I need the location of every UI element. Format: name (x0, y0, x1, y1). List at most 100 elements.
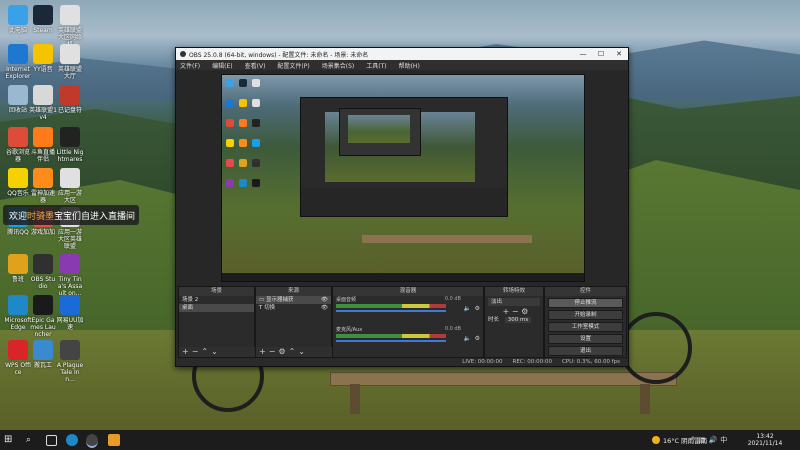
settings-button[interactable]: 设置 (548, 334, 623, 344)
desktop-icon[interactable]: OBS Studio (29, 254, 57, 290)
add-icon[interactable]: + (259, 347, 269, 356)
volume-slider[interactable] (336, 310, 446, 312)
obs-title: OBS 25.0.8 (64-bit, windows) - 配置文件: 未命名… (189, 51, 369, 59)
scene-item[interactable]: 场景 2 (179, 296, 254, 304)
menu-view[interactable]: 查看(V) (245, 61, 266, 70)
desktop-icon[interactable]: 谷歌浏览器 (4, 127, 32, 163)
remove-icon[interactable]: − (192, 347, 202, 356)
desktop-icon[interactable]: QQ音乐 (4, 168, 32, 197)
down-icon[interactable]: ⌄ (298, 347, 308, 356)
obs-taskbar-icon[interactable] (86, 434, 98, 448)
desktop-icon[interactable]: 斗鱼直播伴侣 (29, 127, 57, 163)
menu-edit[interactable]: 编辑(E) (212, 61, 232, 70)
desktop-icon-label: QQ音乐 (7, 190, 29, 197)
desktop-icon[interactable]: 回收站 (4, 85, 32, 114)
source-item[interactable]: T 切换 👁 (256, 304, 331, 312)
system-tray[interactable]: ^▤🔊中 (690, 435, 730, 445)
app-icon (60, 5, 80, 25)
preview-desktop-icon (252, 159, 260, 167)
desktop-icon[interactable]: A Plague Tale Inn... (56, 340, 84, 383)
start-recording-button[interactable]: 开始录制 (548, 310, 623, 320)
status-cpu: CPU: 0.3%, 60.00 fps (561, 358, 620, 365)
exit-button[interactable]: 退出 (548, 346, 623, 356)
desktop-icon[interactable]: 网易UU加速 (56, 295, 84, 331)
desktop-icon[interactable]: 搬瓦工 (29, 340, 57, 369)
scenes-toolbar[interactable]: +−⌃⌄ (179, 347, 257, 357)
search-icon[interactable]: ⌕ (26, 434, 38, 446)
eye-icon[interactable]: 👁 (321, 296, 328, 304)
desktop-icon[interactable]: Microsoft Edge (4, 295, 32, 331)
preview-desktop-icon (226, 119, 234, 127)
app-icon (33, 44, 53, 64)
gear-icon[interactable]: ⚙ (475, 335, 480, 342)
up-icon[interactable]: ⌃ (201, 347, 211, 356)
app-icon (8, 85, 28, 105)
speaker-icon[interactable]: 🔈 (464, 335, 471, 342)
desktop-icon-label: Tiny Tina's Assault on... (57, 276, 83, 297)
windows-start-icon[interactable]: ⊞ (4, 434, 16, 446)
sun-icon (652, 436, 660, 444)
stop-streaming-button[interactable]: 停止推流 (548, 298, 623, 308)
task-view-icon[interactable] (46, 435, 57, 446)
close-icon[interactable]: ✕ (610, 50, 628, 58)
desktop-icon[interactable]: YY语音 (29, 44, 57, 73)
menu-scene-collection[interactable]: 场景集合(S) (322, 61, 355, 70)
duration-input[interactable]: 300 ms (504, 317, 532, 323)
desktop-icon[interactable]: 此电脑 (4, 5, 32, 34)
desktop-icon[interactable]: 英雄联盟大区网络机 (56, 5, 84, 48)
volume-meter (336, 304, 446, 308)
network-icon[interactable]: ▤ (699, 436, 709, 444)
desktop-icon[interactable]: 鲁班 (4, 254, 32, 283)
desktop-icon-label: 雷神加速器 (30, 190, 55, 204)
menu-profile[interactable]: 配置文件(P) (277, 61, 309, 70)
transition-buttons[interactable]: + − ⚙ (485, 308, 543, 316)
minimize-icon[interactable]: — (574, 50, 592, 58)
desktop-icon[interactable]: Steam (29, 5, 57, 34)
add-icon[interactable]: + (182, 347, 192, 356)
system-clock[interactable]: 13:42 2021/11/14 (740, 433, 790, 447)
gear-icon[interactable]: ⚙ (475, 305, 480, 312)
clock-time: 13:42 (756, 433, 774, 440)
source-item[interactable]: ▭ 显示器捕获 👁 (256, 296, 331, 304)
desktop-icon[interactable]: 应用一游大区 (56, 168, 84, 204)
desktop-icon-label: Epic Games Launcher (30, 317, 56, 338)
desktop-icon[interactable]: WPS Office (4, 340, 32, 376)
chevron-up-icon[interactable]: ^ (690, 436, 699, 444)
sources-toolbar[interactable]: +−⚙⌃⌄ (256, 347, 334, 357)
studio-mode-button[interactable]: 工作室模式 (548, 322, 623, 332)
transition-select[interactable]: 淡出 (488, 298, 540, 306)
preview-desktop-icon (226, 79, 234, 87)
wooden-bench (330, 372, 677, 386)
app-taskbar-icon[interactable] (108, 434, 120, 446)
speaker-icon[interactable]: 🔈 (464, 305, 471, 312)
preview-desktop-icon (239, 159, 247, 167)
desktop-icon[interactable]: 雷神加速器 (29, 168, 57, 204)
app-icon (8, 295, 28, 315)
remove-icon[interactable]: − (269, 347, 279, 356)
eye-icon[interactable]: 👁 (321, 304, 328, 312)
menu-help[interactable]: 帮助(H) (399, 61, 420, 70)
ime-icon[interactable]: 中 (720, 436, 730, 444)
desktop-icon[interactable]: Tiny Tina's Assault on... (56, 254, 84, 297)
desktop-icon[interactable]: 已记盘符 (56, 85, 84, 114)
down-icon[interactable]: ⌄ (211, 347, 221, 356)
obs-preview-canvas[interactable] (221, 74, 585, 282)
volume-icon[interactable]: 🔊 (709, 436, 721, 444)
volume-slider[interactable] (336, 340, 446, 342)
desktop-icon[interactable]: Little Nightmares (56, 127, 84, 163)
desktop-icon[interactable]: 英雄联盟大厅 (56, 44, 84, 80)
desktop-icon[interactable]: Internet Explorer (4, 44, 32, 80)
edge-taskbar-icon[interactable] (66, 434, 78, 446)
menu-tools[interactable]: 工具(T) (366, 61, 386, 70)
preview-desktop-icon (252, 119, 260, 127)
app-icon (60, 168, 80, 188)
obs-titlebar[interactable]: OBS 25.0.8 (64-bit, windows) - 配置文件: 未命名… (176, 48, 628, 60)
preview-desktop-icon (239, 179, 247, 187)
up-icon[interactable]: ⌃ (289, 347, 299, 356)
desktop-icon[interactable]: Epic Games Launcher (29, 295, 57, 338)
scene-item[interactable]: 桌面 (179, 304, 254, 312)
desktop-icon[interactable]: 英雄联盟1v4 (29, 85, 57, 121)
menu-file[interactable]: 文件(F) (180, 61, 200, 70)
gear-icon[interactable]: ⚙ (278, 347, 288, 356)
maximize-icon[interactable]: ☐ (592, 50, 610, 58)
